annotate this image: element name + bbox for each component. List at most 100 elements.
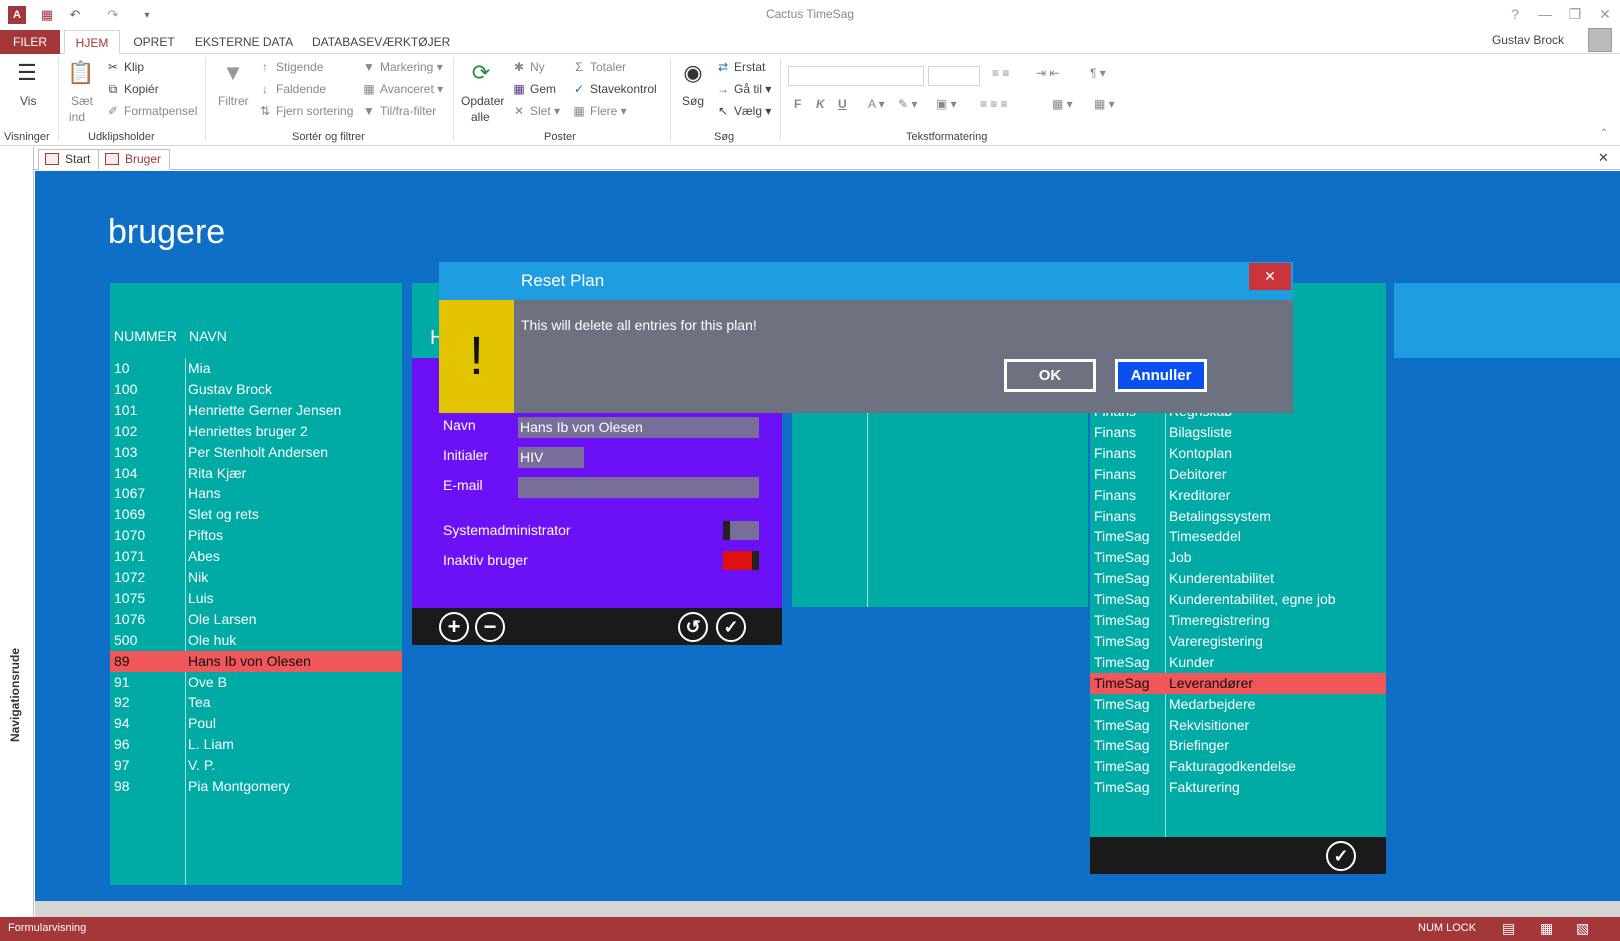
underline-button[interactable]: U <box>838 97 847 111</box>
binoculars-icon[interactable]: ◉ <box>678 60 708 90</box>
kopier-button[interactable]: ⧉ Kopiér <box>106 82 159 97</box>
gaa-til-button[interactable]: → Gå til ▾ <box>716 82 771 96</box>
user-row[interactable]: 89 Hans Ib von Olesen <box>110 650 402 672</box>
access-row[interactable]: Finans Bilagsliste <box>1090 422 1386 443</box>
tab-filer[interactable]: FILER <box>0 30 60 54</box>
close-window-button[interactable]: ✕ <box>1592 6 1618 23</box>
doc-tab-start[interactable]: Start <box>38 149 100 170</box>
user-row[interactable]: 97 V. P. <box>110 755 402 776</box>
user-row[interactable]: 91 Ove B <box>110 672 402 693</box>
user-row[interactable]: 103 Per Stenholt Andersen <box>110 442 402 463</box>
add-icon[interactable]: + <box>439 612 469 642</box>
markering-button[interactable]: ▼ Markering ▾ <box>362 60 443 74</box>
user-row[interactable]: 94 Poul <box>110 713 402 734</box>
filtrer-button[interactable]: Filtrer <box>218 94 249 108</box>
confirm-check-icon[interactable]: ✓ <box>1326 841 1356 871</box>
datasheet-view-icon[interactable]: ▦ <box>1540 920 1553 937</box>
access-row[interactable]: Finans Betalingssystem <box>1090 506 1386 527</box>
access-row[interactable]: TimeSag Leverandører <box>1090 672 1386 694</box>
access-row[interactable]: TimeSag Rekvisitioner <box>1090 715 1386 736</box>
erstat-button[interactable]: ⇄ Erstat <box>716 60 765 74</box>
saet-button[interactable]: Sæt <box>71 94 93 108</box>
user-row[interactable]: 1070 Piftos <box>110 525 402 546</box>
gridlines-icon[interactable]: ▦ ▾ <box>1094 97 1115 111</box>
faldende-button[interactable]: ↓ Faldende <box>258 82 326 96</box>
access-row[interactable]: Finans Kontoplan <box>1090 443 1386 464</box>
undo-record-icon[interactable]: ↺ <box>678 612 708 642</box>
ny-button[interactable]: ✱ Ny <box>512 60 545 74</box>
stigende-button[interactable]: ↑ Stigende <box>258 60 323 74</box>
refresh-icon[interactable]: ⟳ <box>466 60 496 90</box>
minimize-button[interactable]: — <box>1532 6 1558 22</box>
user-row[interactable]: 104 Rita Kjær <box>110 463 402 484</box>
user-name[interactable]: Gustav Brock <box>1492 33 1564 47</box>
fill-color-icon[interactable]: ▣ ▾ <box>936 97 957 111</box>
font-size-select[interactable] <box>928 66 980 86</box>
avatar[interactable] <box>1588 28 1612 52</box>
tab-databasevaerktoejer[interactable]: DATABASEVÆRKTØJER <box>312 30 450 54</box>
access-row[interactable]: TimeSag Medarbejdere <box>1090 694 1386 715</box>
inaktiv-toggle[interactable] <box>723 551 759 570</box>
user-row[interactable]: 101 Henriette Gerner Jensen <box>110 400 402 421</box>
email-field[interactable] <box>518 477 759 498</box>
collapse-ribbon-icon[interactable]: ⌃ <box>1600 128 1608 139</box>
klip-button[interactable]: ✂ Klip <box>106 60 144 74</box>
initialer-field[interactable]: HIV <box>518 447 584 468</box>
totaler-button[interactable]: Σ Totaler <box>572 60 626 74</box>
user-row[interactable]: 102 Henriettes bruger 2 <box>110 421 402 442</box>
navigation-pane[interactable]: Navigationsrude <box>0 147 34 917</box>
sysadmin-toggle[interactable] <box>723 521 759 540</box>
align-icons[interactable]: ≡ ≡ ≡ <box>980 97 1008 111</box>
gem-button[interactable]: ▦ Gem <box>512 82 556 96</box>
italic-button[interactable]: K <box>816 97 825 111</box>
paste-icon[interactable]: 📋 <box>66 60 96 90</box>
user-row[interactable]: 10 Mia <box>110 358 402 379</box>
access-row[interactable]: Finans Debitorer <box>1090 464 1386 485</box>
access-row[interactable]: TimeSag Vareregistering <box>1090 631 1386 652</box>
horizontal-scrollbar[interactable] <box>35 901 1620 917</box>
paragraph-icon[interactable]: ¶ ▾ <box>1090 66 1106 80</box>
user-row[interactable]: 1072 Nik <box>110 567 402 588</box>
close-document-icon[interactable]: ✕ <box>1598 150 1609 166</box>
vaelg-button[interactable]: ↖ Vælg ▾ <box>716 104 771 118</box>
remove-icon[interactable]: − <box>475 612 505 642</box>
fjern-sortering-button[interactable]: ⇅ Fjern sortering <box>258 104 353 118</box>
sog-button[interactable]: Søg <box>682 94 704 108</box>
user-row[interactable]: 500 Ole huk <box>110 630 402 651</box>
help-button[interactable]: ? <box>1502 6 1528 22</box>
font-name-select[interactable] <box>788 66 924 86</box>
access-row[interactable]: TimeSag Kunder <box>1090 652 1386 673</box>
alt-row-color-icon[interactable]: ▦ ▾ <box>1052 97 1073 111</box>
access-row[interactable]: TimeSag Job <box>1090 547 1386 568</box>
access-row[interactable]: TimeSag Fakturering <box>1090 777 1386 798</box>
tab-hjem[interactable]: HJEM <box>64 30 120 55</box>
user-row[interactable]: 1071 Abes <box>110 546 402 567</box>
design-view-icon[interactable]: ▧ <box>1576 920 1589 937</box>
save-check-icon[interactable]: ✓ <box>716 612 746 642</box>
opdater-button[interactable]: Opdater <box>461 94 504 108</box>
tab-eksterne-data[interactable]: EKSTERNE DATA <box>192 30 296 54</box>
bold-button[interactable]: F <box>794 97 801 111</box>
view-icon[interactable]: ☰ <box>12 60 42 90</box>
user-row[interactable]: 1076 Ole Larsen <box>110 609 402 630</box>
access-row[interactable]: TimeSag Fakturagodkendelse <box>1090 756 1386 777</box>
til-fra-filter-button[interactable]: ▼ Til/fra-filter <box>362 104 436 118</box>
access-row[interactable]: Finans Kreditorer <box>1090 485 1386 506</box>
access-row[interactable]: TimeSag Kunderentabilitet <box>1090 568 1386 589</box>
user-row[interactable]: 98 Pia Montgomery <box>110 776 402 797</box>
user-row[interactable]: 1075 Luis <box>110 588 402 609</box>
formatpensel-button[interactable]: ✐ Formatpensel <box>106 104 197 118</box>
navn-field[interactable]: Hans Ib von Olesen <box>518 417 759 438</box>
font-color-icon[interactable]: A ▾ <box>868 97 885 111</box>
user-row[interactable]: 1069 Slet og rets <box>110 504 402 525</box>
vis-button[interactable]: Vis <box>20 94 36 108</box>
access-row[interactable]: TimeSag Timeseddel <box>1090 526 1386 547</box>
user-row[interactable]: 100 Gustav Brock <box>110 379 402 400</box>
slet-button[interactable]: ✕ Slet ▾ <box>512 104 560 118</box>
avanceret-button[interactable]: ▦ Avanceret ▾ <box>362 82 443 96</box>
cancel-button[interactable]: Annuller <box>1115 359 1207 392</box>
filter-icon[interactable]: ▼ <box>218 60 248 90</box>
indent-icon[interactable]: ⇥ ⇤ <box>1036 66 1059 80</box>
flere-button[interactable]: ▦ Flere ▾ <box>572 104 626 118</box>
tab-opret[interactable]: OPRET <box>128 30 180 54</box>
